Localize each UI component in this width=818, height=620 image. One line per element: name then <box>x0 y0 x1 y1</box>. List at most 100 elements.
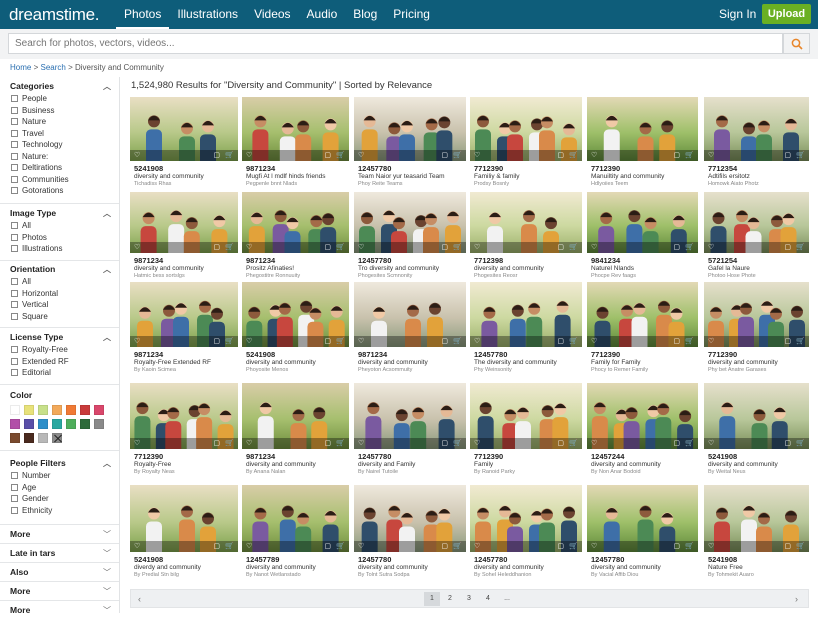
lightbox-icon[interactable]: ▢ <box>213 243 220 252</box>
result-title[interactable]: diversity and community <box>708 461 807 468</box>
result-title[interactable]: Naturel Nlands <box>591 265 696 272</box>
filter-more-5[interactable]: More ﹀ <box>0 600 119 619</box>
result-title[interactable]: diversity and community <box>246 564 347 571</box>
upload-button[interactable]: Upload <box>762 4 811 24</box>
result-card[interactable]: ♡ ▢ 🛒 7712390 Manuiltity and community Hdlyoi… <box>587 97 698 191</box>
cart-icon[interactable]: 🛒 <box>453 542 462 551</box>
heart-icon[interactable]: ♡ <box>358 337 364 346</box>
result-id[interactable]: 5241908 <box>134 164 163 173</box>
filter-option[interactable]: People <box>0 93 119 105</box>
result-thumbnail[interactable]: ♡ ▢ 🛒 <box>130 282 238 347</box>
search-button[interactable] <box>783 33 810 54</box>
result-title[interactable]: diversity and community <box>358 359 464 366</box>
result-title[interactable]: diversity and community <box>591 564 696 571</box>
result-thumbnail[interactable]: ♡ ▢ 🛒 <box>242 97 349 161</box>
heart-icon[interactable]: ♡ <box>358 151 364 160</box>
result-author[interactable]: Tichadiss Rhas <box>134 181 236 187</box>
color-swatch[interactable] <box>10 405 20 415</box>
heart-icon[interactable]: ♡ <box>246 439 252 448</box>
filter-more-4[interactable]: More ﹀ <box>0 581 119 600</box>
lightbox-icon[interactable]: ▢ <box>784 439 791 448</box>
heart-icon[interactable]: ♡ <box>358 243 364 252</box>
filter-option[interactable]: Nature <box>0 116 119 128</box>
heart-icon[interactable]: ♡ <box>246 337 252 346</box>
heart-icon[interactable]: ♡ <box>474 243 480 252</box>
color-swatch[interactable] <box>52 419 62 429</box>
chevron-up-icon[interactable]: ︿ <box>103 207 111 220</box>
cart-icon[interactable]: 🛒 <box>225 439 234 448</box>
result-title[interactable]: diversity and community <box>134 173 236 180</box>
lightbox-icon[interactable]: ▢ <box>324 542 331 551</box>
result-card[interactable]: ♡ ▢ 🛒 9871234 diversity and community Hatmic … <box>130 192 238 283</box>
result-author[interactable]: Phy Weinsonity <box>474 367 580 373</box>
filter-option[interactable]: Vertical <box>0 299 119 311</box>
result-id[interactable]: 12457780 <box>358 256 391 265</box>
result-author[interactable]: Prodsy Bosnly <box>474 181 580 187</box>
result-thumbnail[interactable]: ♡ ▢ 🛒 <box>704 282 809 347</box>
color-swatch[interactable] <box>52 405 62 415</box>
filter-more-1[interactable]: More ﹀ <box>0 524 119 543</box>
result-card[interactable]: ♡ ▢ 🛒 7712390 Royalty-Free By Royalty Neas <box>130 383 238 479</box>
cart-icon[interactable]: 🛒 <box>225 542 234 551</box>
heart-icon[interactable]: ♡ <box>708 337 714 346</box>
result-thumbnail[interactable]: ♡ ▢ 🛒 <box>470 485 582 552</box>
result-card[interactable]: ♡ ▢ 🛒 9871234 Mugfi At l mdlf hinds friends P… <box>242 97 349 191</box>
cart-icon[interactable]: 🛒 <box>569 337 578 346</box>
cart-icon[interactable]: 🛒 <box>225 337 234 346</box>
result-author[interactable]: Homowk Aiato Photz <box>708 181 807 187</box>
lightbox-icon[interactable]: ▢ <box>784 151 791 160</box>
result-card[interactable]: ♡ ▢ 🛒 9871234 diversity and community By Anan… <box>242 383 349 479</box>
color-swatch[interactable] <box>38 433 48 443</box>
heart-icon[interactable]: ♡ <box>591 337 597 346</box>
result-author[interactable]: Phocpe Rev faags <box>591 273 696 279</box>
page-3[interactable]: 3 <box>461 592 477 606</box>
result-card[interactable]: ♡ ▢ 🛒 5241908 diversity and community By Weit… <box>704 383 809 479</box>
result-title[interactable]: diversity and community <box>134 265 236 272</box>
result-author[interactable]: By Sohel Heleddhanion <box>474 572 580 578</box>
result-card[interactable]: ♡ ▢ 🛒 5241908 Nature Free By Tohmekit Auaro <box>704 485 809 582</box>
chevron-up-icon[interactable]: ︿ <box>103 331 111 344</box>
filter-option[interactable]: Illustrations <box>0 243 119 255</box>
page-2[interactable]: 2 <box>442 592 458 606</box>
result-thumbnail[interactable]: ♡ ▢ 🛒 <box>587 192 698 253</box>
filter-option[interactable]: Number <box>0 470 119 482</box>
result-id[interactable]: 12457780 <box>591 555 624 564</box>
result-id[interactable]: 7712390 <box>474 164 503 173</box>
filter-section-header[interactable]: License Type ︿ <box>0 331 119 344</box>
result-title[interactable]: diverdy and community <box>134 564 236 571</box>
result-author[interactable]: Photoo Hose Phote <box>708 273 807 279</box>
result-author[interactable]: Phoy Reite Teams <box>358 181 464 187</box>
cart-icon[interactable]: 🛒 <box>336 337 345 346</box>
result-thumbnail[interactable]: ♡ ▢ 🛒 <box>470 97 582 161</box>
cart-icon[interactable]: 🛒 <box>796 439 805 448</box>
lightbox-icon[interactable]: ▢ <box>557 243 564 252</box>
result-author[interactable]: Hatmic bess sortslgs <box>134 273 236 279</box>
cart-icon[interactable]: 🛒 <box>685 337 694 346</box>
result-author[interactable]: By Weital Neus <box>708 469 807 475</box>
nav-photos[interactable]: Photos <box>116 0 170 29</box>
result-card[interactable]: ♡ ▢ 🛒 7712390 Family By Ranoid Parky <box>470 383 582 479</box>
heart-icon[interactable]: ♡ <box>474 151 480 160</box>
lightbox-icon[interactable]: ▢ <box>557 439 564 448</box>
result-author[interactable]: By Tolnt Sutra Sodpa <box>358 572 464 578</box>
heart-icon[interactable]: ♡ <box>708 243 714 252</box>
checkbox[interactable] <box>11 495 18 503</box>
filter-option[interactable]: Horizontal <box>0 288 119 300</box>
result-title[interactable]: Family <box>474 461 580 468</box>
nav-videos[interactable]: Videos <box>246 0 298 29</box>
lightbox-icon[interactable]: ▢ <box>324 337 331 346</box>
checkbox[interactable] <box>11 175 18 183</box>
checkbox[interactable] <box>11 233 18 241</box>
lightbox-icon[interactable]: ▢ <box>784 542 791 551</box>
result-id[interactable]: 9871234 <box>134 350 163 359</box>
result-id[interactable]: 7712398 <box>474 256 503 265</box>
color-swatch[interactable] <box>80 419 90 429</box>
lightbox-icon[interactable]: ▢ <box>557 337 564 346</box>
color-swatch[interactable] <box>24 433 34 443</box>
heart-icon[interactable]: ♡ <box>134 243 140 252</box>
color-swatch[interactable] <box>24 405 34 415</box>
cart-icon[interactable]: 🛒 <box>796 337 805 346</box>
result-author[interactable]: Phogesites Reosr <box>474 273 580 279</box>
result-author[interactable]: By Predial Stn bilg <box>134 572 236 578</box>
result-title[interactable]: Team Naior yur teasarid Team <box>358 173 464 180</box>
